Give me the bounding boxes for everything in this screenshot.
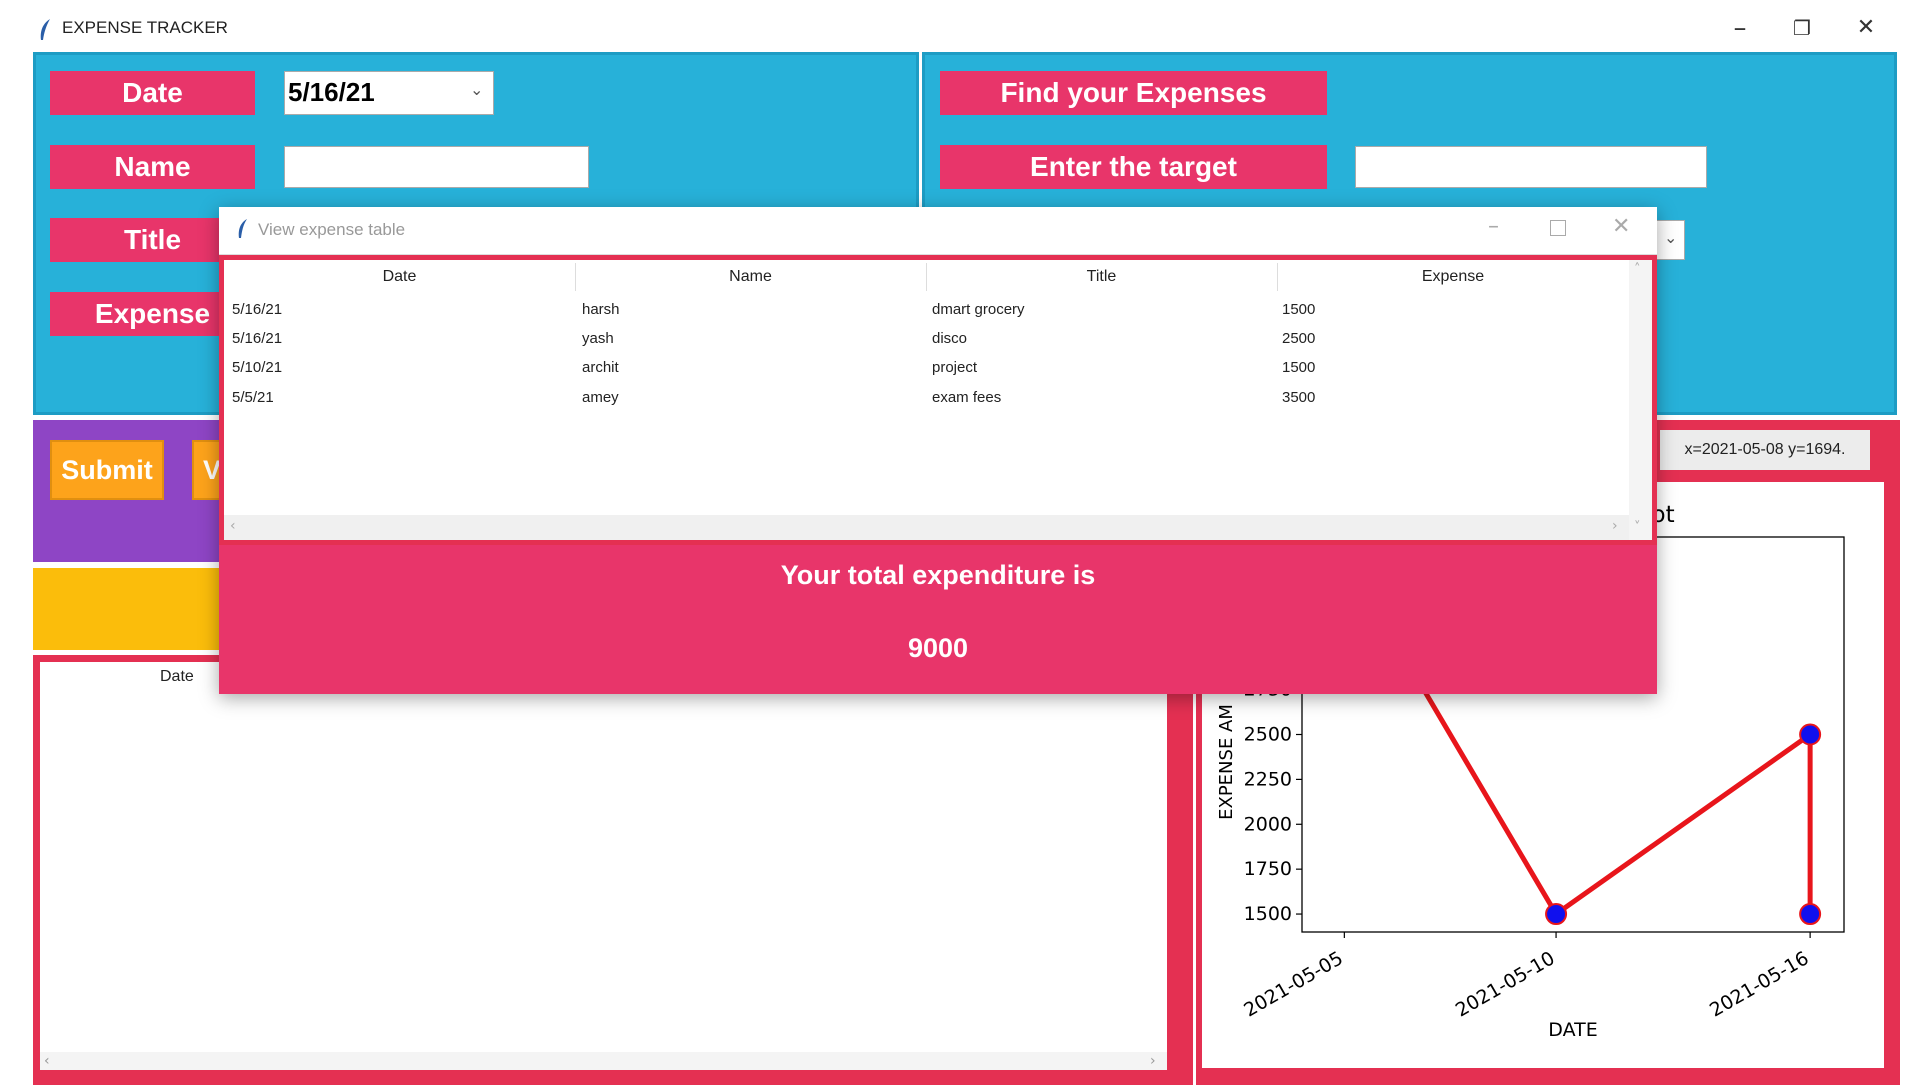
tree-header-date[interactable]: Date	[160, 668, 194, 686]
x-tick-label: 2021-05-10	[1452, 947, 1559, 1021]
scroll-right-icon[interactable]: ›	[1612, 518, 1618, 534]
table-cell-name: harsh	[582, 301, 620, 318]
data-point	[1799, 723, 1822, 746]
x-tick-label: 2021-05-05	[1240, 947, 1347, 1021]
column-header-title[interactable]: Title	[926, 268, 1277, 286]
table-cell-expense: 3500	[1282, 389, 1316, 406]
chevron-down-icon[interactable]: ⌄	[1664, 228, 1677, 247]
popup-vertical-scrollbar[interactable]	[1629, 260, 1652, 540]
total-expenditure-label: Your total expenditure is	[780, 560, 1096, 590]
popup-minimize-button[interactable]: –	[1488, 214, 1499, 239]
close-button[interactable]: ✕	[1846, 8, 1886, 48]
popup-close-button[interactable]: ✕	[1612, 214, 1630, 239]
feather-icon	[238, 219, 247, 238]
popup-title: View expense table	[258, 220, 406, 239]
title-bar	[0, 0, 1920, 56]
table-cell-expense: 1500	[1282, 301, 1316, 318]
feather-icon	[40, 19, 50, 40]
y-tick-label: 1750	[1244, 858, 1292, 880]
table-cell-title: project	[932, 359, 978, 376]
popup-horizontal-scrollbar[interactable]	[224, 515, 1629, 540]
popup-expense-table[interactable]	[224, 260, 1629, 515]
tree-horizontal-scrollbar[interactable]	[40, 1052, 1167, 1070]
column-header-name[interactable]: Name	[575, 268, 926, 286]
column-header-expense[interactable]: Expense	[1277, 268, 1629, 286]
y-tick-label: 2250	[1244, 768, 1292, 790]
table-cell-title: dmart grocery	[932, 301, 1025, 318]
expense-tree[interactable]	[40, 662, 1167, 1052]
scroll-down-icon[interactable]: ˅	[1634, 520, 1641, 535]
name-input[interactable]	[284, 146, 589, 188]
maximize-button[interactable]: ❐	[1782, 8, 1822, 48]
table-cell-title: disco	[932, 330, 968, 347]
table-cell-name: amey	[582, 389, 619, 406]
submit-button[interactable]: Submit	[50, 440, 164, 500]
date-label: Date	[50, 71, 255, 115]
table-cell-name: yash	[582, 330, 614, 347]
plot-coordinate-readout: x=2021-05-08 y=1694.	[1660, 430, 1870, 470]
y-tick-label: 2000	[1244, 813, 1292, 835]
table-cell-expense: 2500	[1282, 330, 1316, 347]
scroll-left-icon[interactable]: ‹	[230, 518, 236, 534]
enter-target-label: Enter the target	[940, 145, 1327, 189]
table-cell-date: 5/10/21	[232, 359, 283, 376]
popup-maximize-button[interactable]	[1550, 220, 1566, 236]
x-tick-label: 2021-05-16	[1706, 947, 1813, 1021]
table-cell-title: exam fees	[932, 389, 1002, 406]
window-title: EXPENSE TRACKER	[62, 18, 228, 37]
popup-title-bar	[219, 207, 1657, 255]
find-expenses-button[interactable]: Find your Expenses	[940, 71, 1327, 115]
chevron-down-icon[interactable]: ⌄	[470, 80, 483, 99]
scroll-left-icon[interactable]: ‹	[44, 1053, 50, 1069]
target-input[interactable]	[1355, 146, 1707, 188]
total-expenditure-value: 9000	[907, 633, 969, 663]
minimize-button[interactable]: –	[1720, 8, 1760, 48]
scroll-up-icon[interactable]: ˄	[1634, 262, 1641, 277]
scroll-right-icon[interactable]: ›	[1150, 1053, 1156, 1069]
table-cell-name: archit	[582, 359, 619, 376]
table-cell-date: 5/16/21	[232, 330, 283, 347]
name-label: Name	[50, 145, 255, 189]
data-point	[1545, 903, 1568, 926]
column-header-date[interactable]: Date	[224, 268, 575, 286]
y-axis-label: EXPENSE AM	[1216, 704, 1237, 820]
date-combobox-value: 5/16/21	[288, 77, 375, 107]
table-cell-expense: 1500	[1282, 359, 1316, 376]
x-axis-label: DATE	[1548, 1019, 1597, 1041]
y-tick-label: 1500	[1244, 903, 1292, 925]
data-point	[1799, 903, 1822, 926]
table-cell-date: 5/16/21	[232, 301, 283, 318]
y-tick-label: 2500	[1244, 724, 1292, 746]
table-cell-date: 5/5/21	[232, 389, 274, 406]
